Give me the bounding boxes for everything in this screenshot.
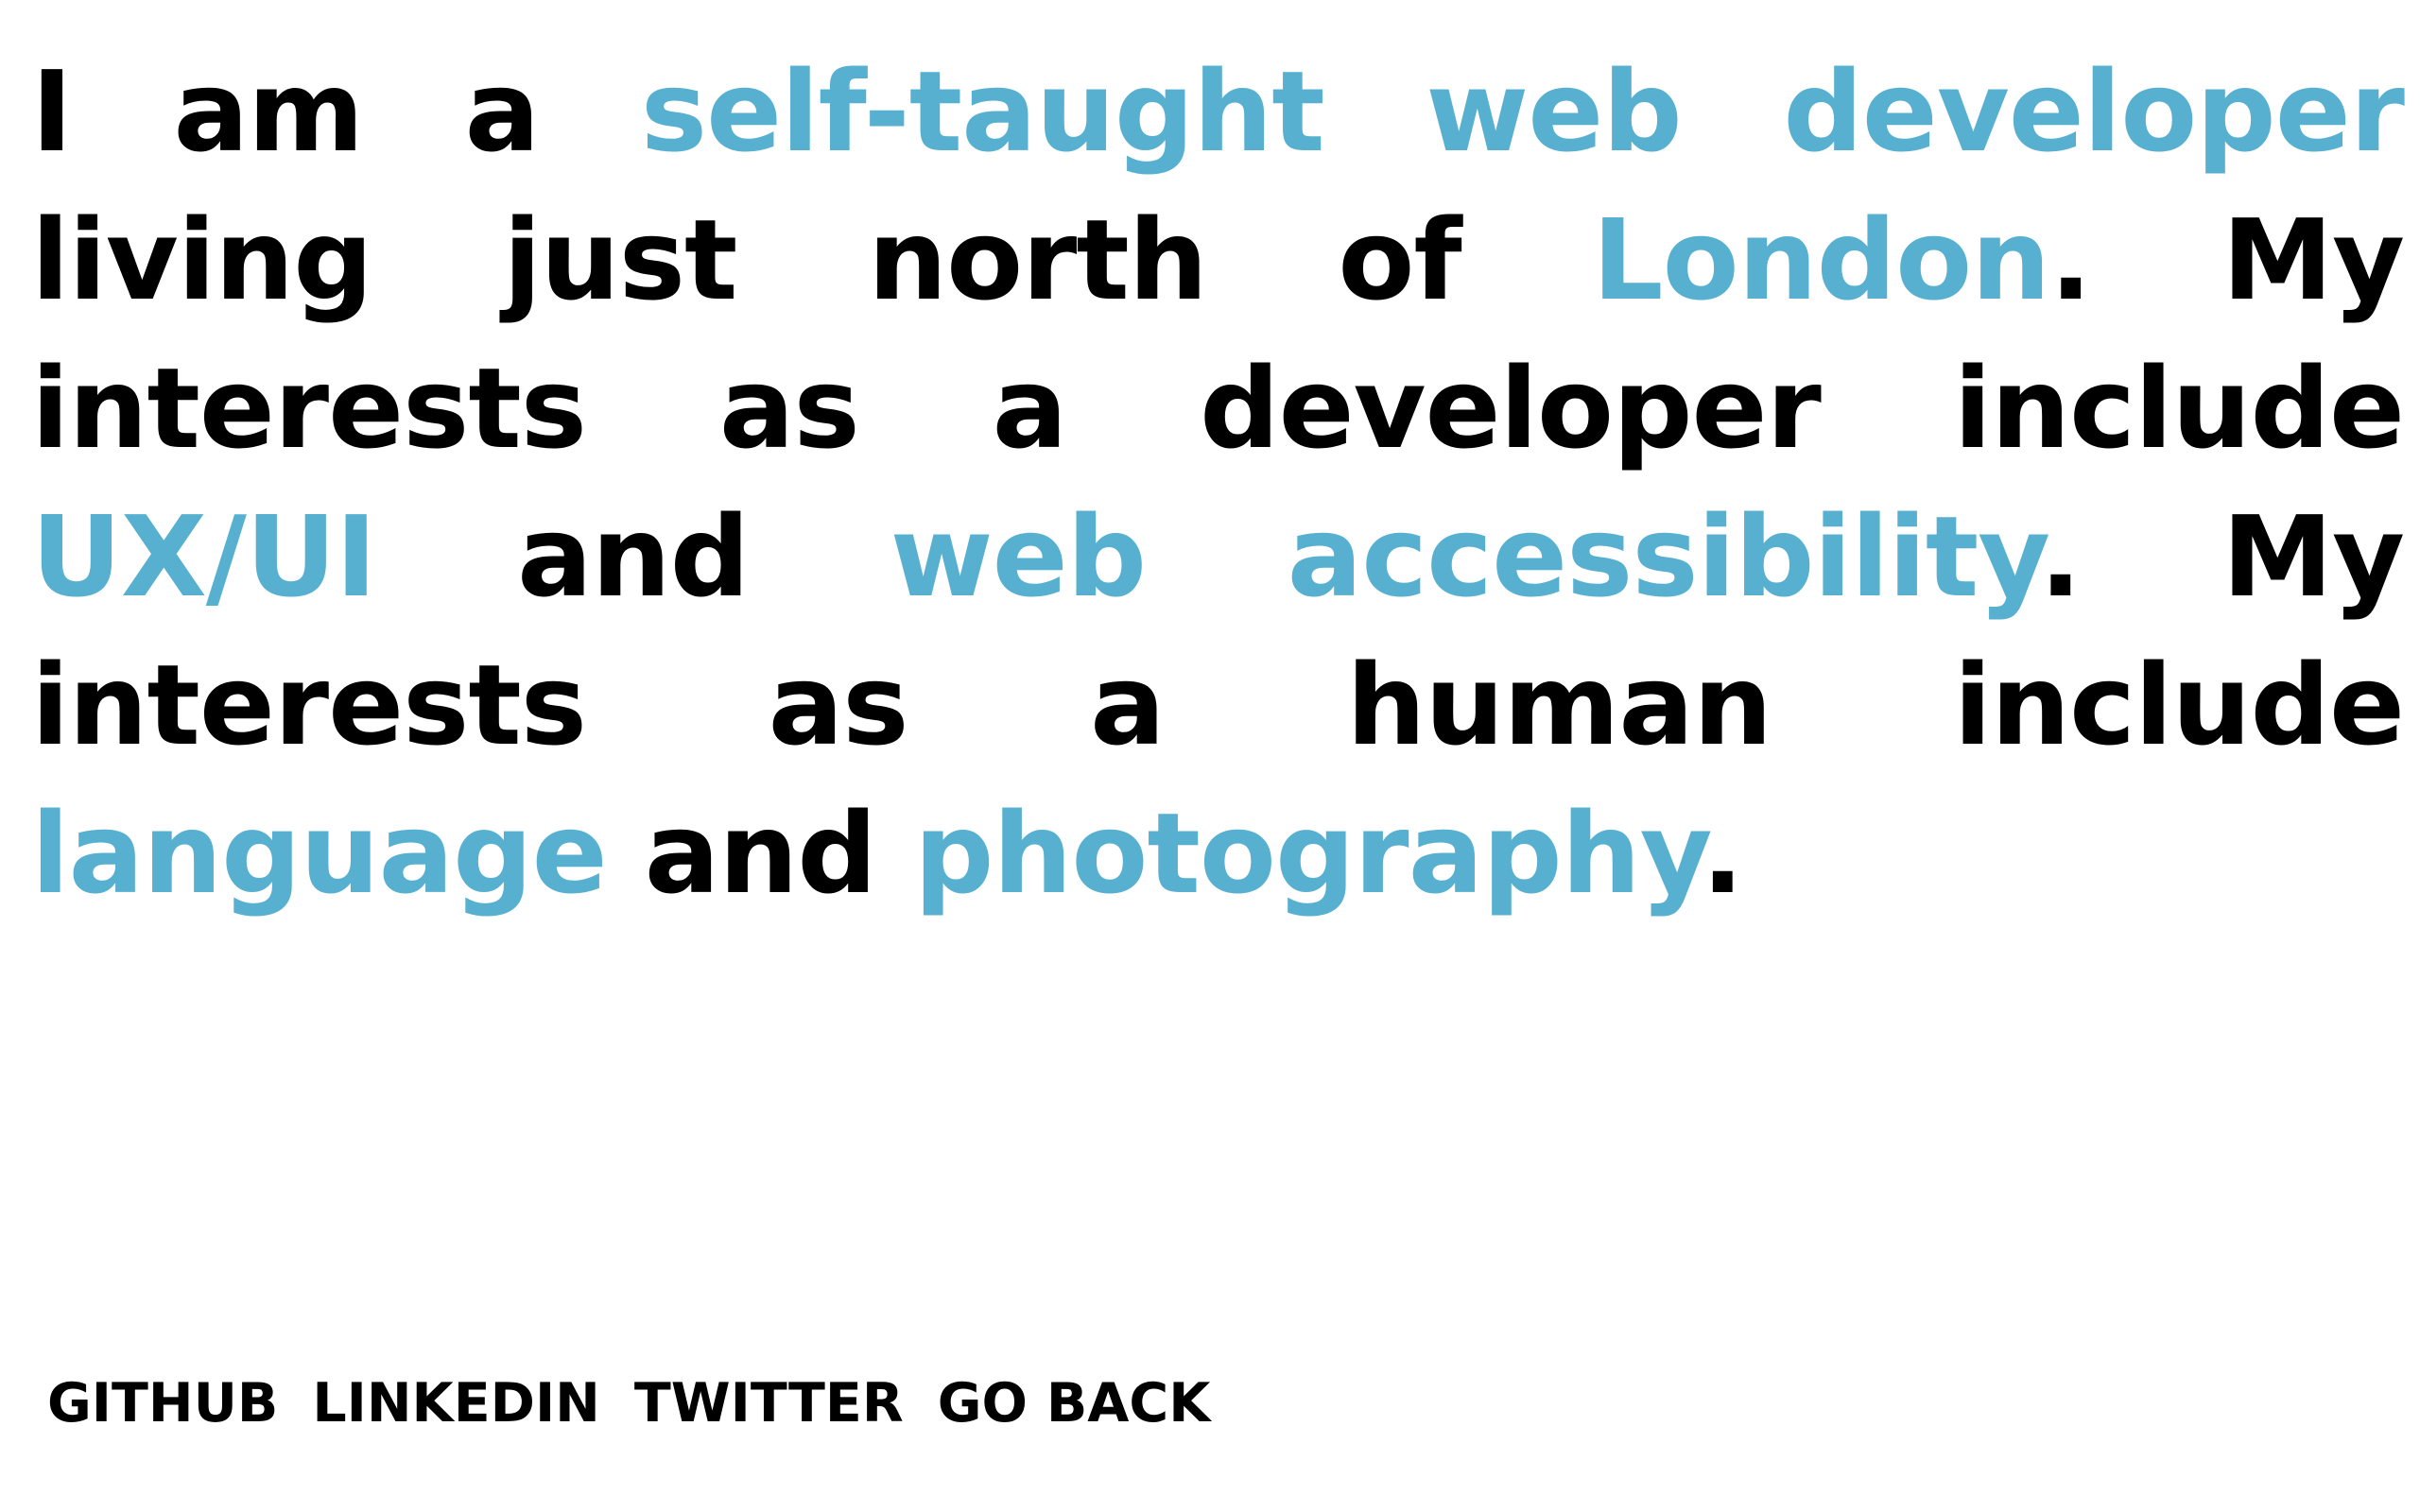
bio-highlight-language: language	[31, 788, 608, 919]
linkedin-link[interactable]: LINKEDIN	[312, 1370, 600, 1436]
bio-text: .	[1701, 788, 1744, 919]
bio-paragraph: I am a self-taught web developer living …	[31, 38, 2405, 928]
bio-highlight-photography: photography	[913, 788, 1703, 919]
twitter-link[interactable]: TWITTER	[634, 1370, 904, 1436]
go-back-link[interactable]: GO BACK	[938, 1370, 1211, 1436]
bio-text: living just north of	[31, 195, 1593, 325]
bio-text: I am a	[31, 46, 641, 177]
bio-highlight-self-taught-web-developer: self-taught web developer	[640, 46, 2405, 177]
bio-highlight-london: London	[1592, 195, 2050, 325]
bio-text: and	[375, 491, 890, 622]
bio-text: and	[606, 788, 914, 919]
footer-links: GITHUB LINKEDIN TWITTER GO BACK	[47, 1370, 1210, 1436]
github-link[interactable]: GITHUB	[47, 1370, 278, 1436]
bio-highlight-ux-ui: UX/UI	[31, 491, 377, 622]
bio-highlight-web-accessibility: web accessibility	[890, 491, 2041, 622]
